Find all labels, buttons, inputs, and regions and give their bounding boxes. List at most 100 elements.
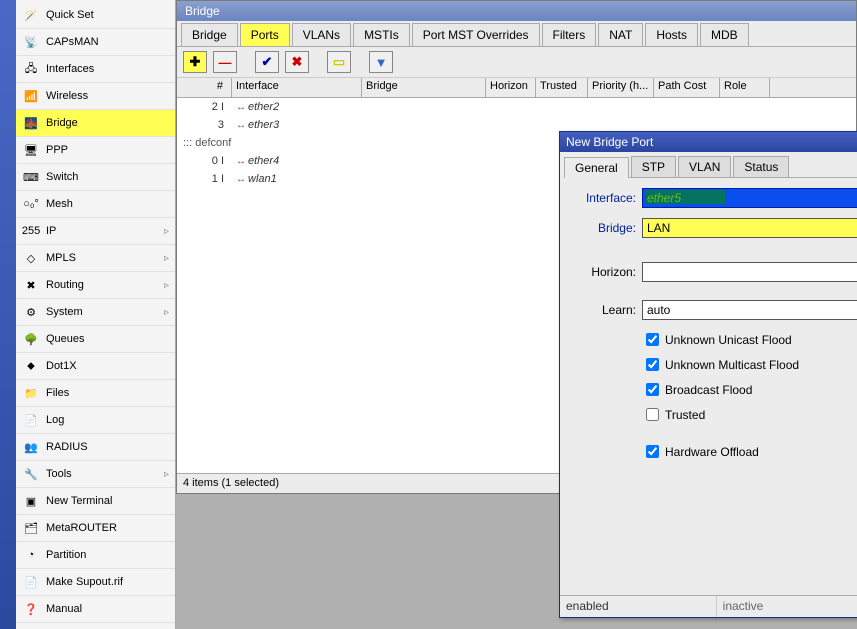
col-bridge[interactable]: Bridge	[362, 78, 486, 97]
tab-bridge[interactable]: Bridge	[181, 23, 238, 46]
manual-icon: ❓	[22, 601, 40, 617]
mpls-icon: ◇	[22, 250, 40, 266]
log-icon: 📄	[22, 412, 40, 428]
dialog-title-bar[interactable]: New Bridge Port □ ✕	[560, 132, 857, 152]
sidebar-item-manual[interactable]: ❓ Manual	[16, 596, 175, 623]
dot1x-icon: ⬥	[22, 358, 40, 374]
broadcast-label: Broadcast Flood	[665, 383, 752, 397]
sidebar-item-label: IP	[46, 225, 169, 237]
tab-ports[interactable]: Ports	[240, 23, 290, 46]
sidebar-item-mpls[interactable]: ◇MPLS▹	[16, 245, 175, 272]
unknown-unicast-checkbox[interactable]	[646, 333, 659, 346]
sidebar-item-routing[interactable]: ✖Routing▹	[16, 272, 175, 299]
sidebar-item-queues[interactable]: 🌳Queues	[16, 326, 175, 353]
tab-mdb[interactable]: MDB	[700, 23, 749, 46]
sidebar-item-label: Partition	[46, 549, 169, 561]
main-area: Bridge BridgePortsVLANsMSTIsPort MST Ove…	[176, 0, 857, 629]
bridge-field[interactable]: LAN	[642, 218, 857, 238]
tab-port-mst-overrides[interactable]: Port MST Overrides	[412, 23, 540, 46]
col-role[interactable]: Role	[720, 78, 770, 97]
sidebar-item-ip[interactable]: 255 IP▹	[16, 218, 175, 245]
filter-button[interactable]: ▼	[369, 51, 393, 73]
folder-icon: 📁	[22, 385, 40, 401]
partition-icon: ◔	[22, 547, 40, 563]
supout-icon: 📄	[22, 574, 40, 590]
sidebar: 🪄Quick Set📡CAPsMAN 🖧 Interfaces 📶Wireless🌉B…	[16, 0, 176, 629]
routing-icon: ✖	[22, 277, 40, 293]
dialog-title: New Bridge Port	[566, 135, 653, 149]
submenu-icon: ▹	[164, 226, 169, 237]
grid-header: # Interface Bridge Horizon Trusted Prior…	[177, 78, 856, 98]
col-horizon[interactable]: Horizon	[486, 78, 536, 97]
sidebar-item-label: Manual	[46, 603, 169, 615]
hw-offload-checkbox[interactable]	[646, 445, 659, 458]
new-bridge-port-dialog: New Bridge Port □ ✕ GeneralSTPVLANStatus…	[559, 131, 857, 618]
sidebar-item-label: Interfaces	[46, 63, 169, 75]
dialog-tab-general[interactable]: General	[564, 157, 629, 178]
col-interface[interactable]: Interface	[232, 78, 362, 97]
sidebar-item-partition[interactable]: ◔ Partition	[16, 542, 175, 569]
col-num[interactable]: #	[177, 78, 232, 97]
broadcast-checkbox[interactable]	[646, 383, 659, 396]
dialog-form: Interface: ether5 ▾ Bridge: LAN ▾	[564, 178, 857, 477]
tab-hosts[interactable]: Hosts	[645, 23, 698, 46]
bridge-tabs: BridgePortsVLANsMSTIsPort MST OverridesF…	[177, 21, 856, 47]
sidebar-item-make-supout-rif[interactable]: 📄 Make Supout.rif	[16, 569, 175, 596]
sidebar-item-label: PPP	[46, 144, 169, 156]
learn-field[interactable]: auto	[642, 300, 857, 320]
col-priority[interactable]: Priority (h...	[588, 78, 654, 97]
tab-nat[interactable]: NAT	[598, 23, 643, 46]
sidebar-item-capsman[interactable]: 📡CAPsMAN	[16, 29, 175, 56]
sidebar-item-interfaces[interactable]: 🖧 Interfaces	[16, 56, 175, 83]
table-row[interactable]: 2 Iether2	[177, 98, 856, 116]
sidebar-item-system[interactable]: ⚙System▹	[16, 299, 175, 326]
hw-offload-label: Hardware Offload	[665, 445, 759, 459]
comment-button[interactable]: ▭	[327, 51, 351, 73]
unknown-unicast-label: Unknown Unicast Flood	[665, 333, 792, 347]
sidebar-item-quick-set[interactable]: 🪄Quick Set	[16, 2, 175, 29]
learn-label: Learn:	[570, 303, 636, 317]
sidebar-item-metarouter[interactable]: 🗂MetaROUTER	[16, 515, 175, 542]
dialog-tab-status[interactable]: Status	[733, 156, 789, 177]
tab-mstis[interactable]: MSTIs	[353, 23, 410, 46]
remove-button[interactable]: —	[213, 51, 237, 73]
nic-icon: 🖧	[22, 61, 40, 77]
unknown-multicast-checkbox[interactable]	[646, 358, 659, 371]
sidebar-item-radius[interactable]: 👥RADIUS	[16, 434, 175, 461]
sidebar-item-bridge[interactable]: 🌉Bridge	[16, 110, 175, 137]
sidebar-item-ppp[interactable]: 🖥 PPP	[16, 137, 175, 164]
sidebar-item-wireless[interactable]: 📶Wireless	[16, 83, 175, 110]
sidebar-item-label: Dot1X	[46, 360, 169, 372]
sidebar-item-switch[interactable]: ⌨Switch	[16, 164, 175, 191]
sidebar-item-label: Files	[46, 387, 169, 399]
dialog-tab-vlan[interactable]: VLAN	[678, 156, 731, 177]
sidebar-item-label: Mesh	[46, 198, 169, 210]
tab-filters[interactable]: Filters	[542, 23, 597, 46]
gear-icon: ⚙	[22, 304, 40, 320]
sidebar-item-label: New Terminal	[46, 495, 169, 507]
horizon-label: Horizon:	[570, 265, 636, 279]
sidebar-item-label: MetaROUTER	[46, 522, 169, 534]
horizon-field[interactable]	[642, 262, 857, 282]
tab-vlans[interactable]: VLANs	[292, 23, 351, 46]
ip-icon: 255	[22, 223, 40, 239]
ppp-icon: 🖥	[22, 142, 40, 158]
window-left-strip	[0, 0, 16, 629]
sidebar-item-files[interactable]: 📁 Files	[16, 380, 175, 407]
sidebar-item-dot1x[interactable]: ⬥ Dot1X	[16, 353, 175, 380]
submenu-icon: ▹	[164, 253, 169, 264]
sidebar-item-label: Make Supout.rif	[46, 576, 169, 588]
sidebar-item-log[interactable]: 📄Log	[16, 407, 175, 434]
dialog-tab-stp[interactable]: STP	[631, 156, 676, 177]
interface-field[interactable]: ether5	[642, 188, 857, 208]
trusted-checkbox[interactable]	[646, 408, 659, 421]
dialog-tabs: GeneralSTPVLANStatus	[564, 156, 857, 178]
disable-button[interactable]: ✖	[285, 51, 309, 73]
sidebar-item-mesh[interactable]: ○₀°Mesh	[16, 191, 175, 218]
enable-button[interactable]: ✔	[255, 51, 279, 73]
sidebar-item-new-terminal[interactable]: ▣New Terminal	[16, 488, 175, 515]
add-button[interactable]: ✚	[183, 51, 207, 73]
col-pathcost[interactable]: Path Cost	[654, 78, 720, 97]
col-trusted[interactable]: Trusted	[536, 78, 588, 97]
sidebar-item-tools[interactable]: 🔧Tools▹	[16, 461, 175, 488]
